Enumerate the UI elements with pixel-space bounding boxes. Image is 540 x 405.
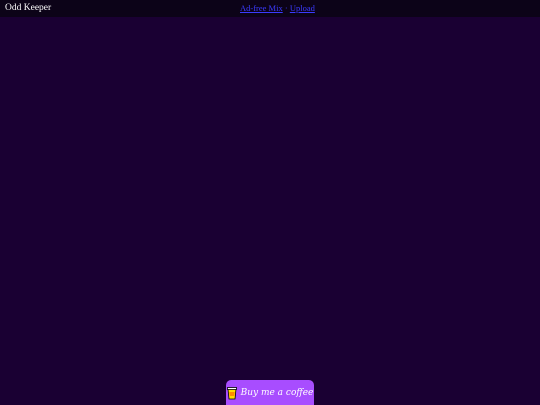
- nav-link-ad-free-mix[interactable]: Ad-free Mix: [240, 3, 283, 13]
- top-nav: Ad-free Mix · Upload: [240, 3, 315, 14]
- buy-me-a-coffee-button[interactable]: Buy me a coffee: [226, 380, 314, 405]
- coffee-cup-icon: [226, 386, 237, 399]
- top-bar: Odd Keeper Ad-free Mix · Upload: [0, 0, 540, 17]
- main-content: [0, 17, 540, 405]
- nav-separator: ·: [284, 3, 288, 13]
- nav-link-upload[interactable]: Upload: [290, 3, 315, 13]
- coffee-button-label: Buy me a coffee: [240, 387, 314, 398]
- app-title: Odd Keeper: [5, 3, 52, 13]
